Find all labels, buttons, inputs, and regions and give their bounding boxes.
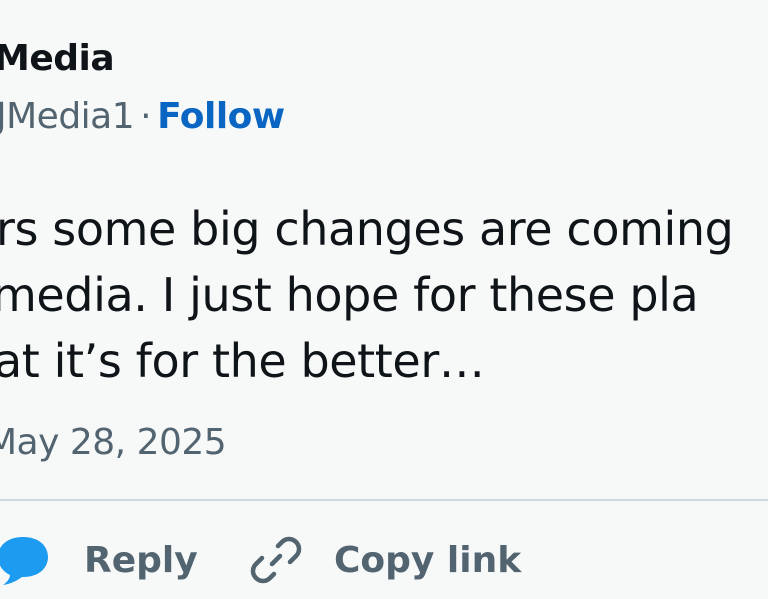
author-handle[interactable]: JMedia1 <box>0 96 135 137</box>
embedded-post: Media JMedia1 · Follow rs some big changes… <box>0 0 768 599</box>
separator-dot: · <box>140 96 152 137</box>
post-text-line: media. I just hope for these pla <box>0 268 699 322</box>
link-icon <box>248 532 304 588</box>
copy-link-label: Copy link <box>334 539 522 581</box>
author-handle-row: JMedia1 · Follow <box>0 96 285 137</box>
post-text-line: rs some big changes are coming <box>0 202 734 256</box>
author-name[interactable]: Media <box>0 38 115 79</box>
copy-link-button[interactable]: Copy link <box>248 528 521 592</box>
reply-label: Reply <box>84 539 198 581</box>
follow-link[interactable]: Follow <box>157 96 285 137</box>
reply-button[interactable]: Reply <box>0 528 198 592</box>
speech-bubble-icon <box>0 533 52 587</box>
divider <box>0 499 768 501</box>
post-text-line: at it’s for the better… <box>0 334 485 388</box>
post-text: rs some big changes are coming media. I … <box>0 196 734 394</box>
post-timestamp[interactable]: May 28, 2025 <box>0 422 227 463</box>
